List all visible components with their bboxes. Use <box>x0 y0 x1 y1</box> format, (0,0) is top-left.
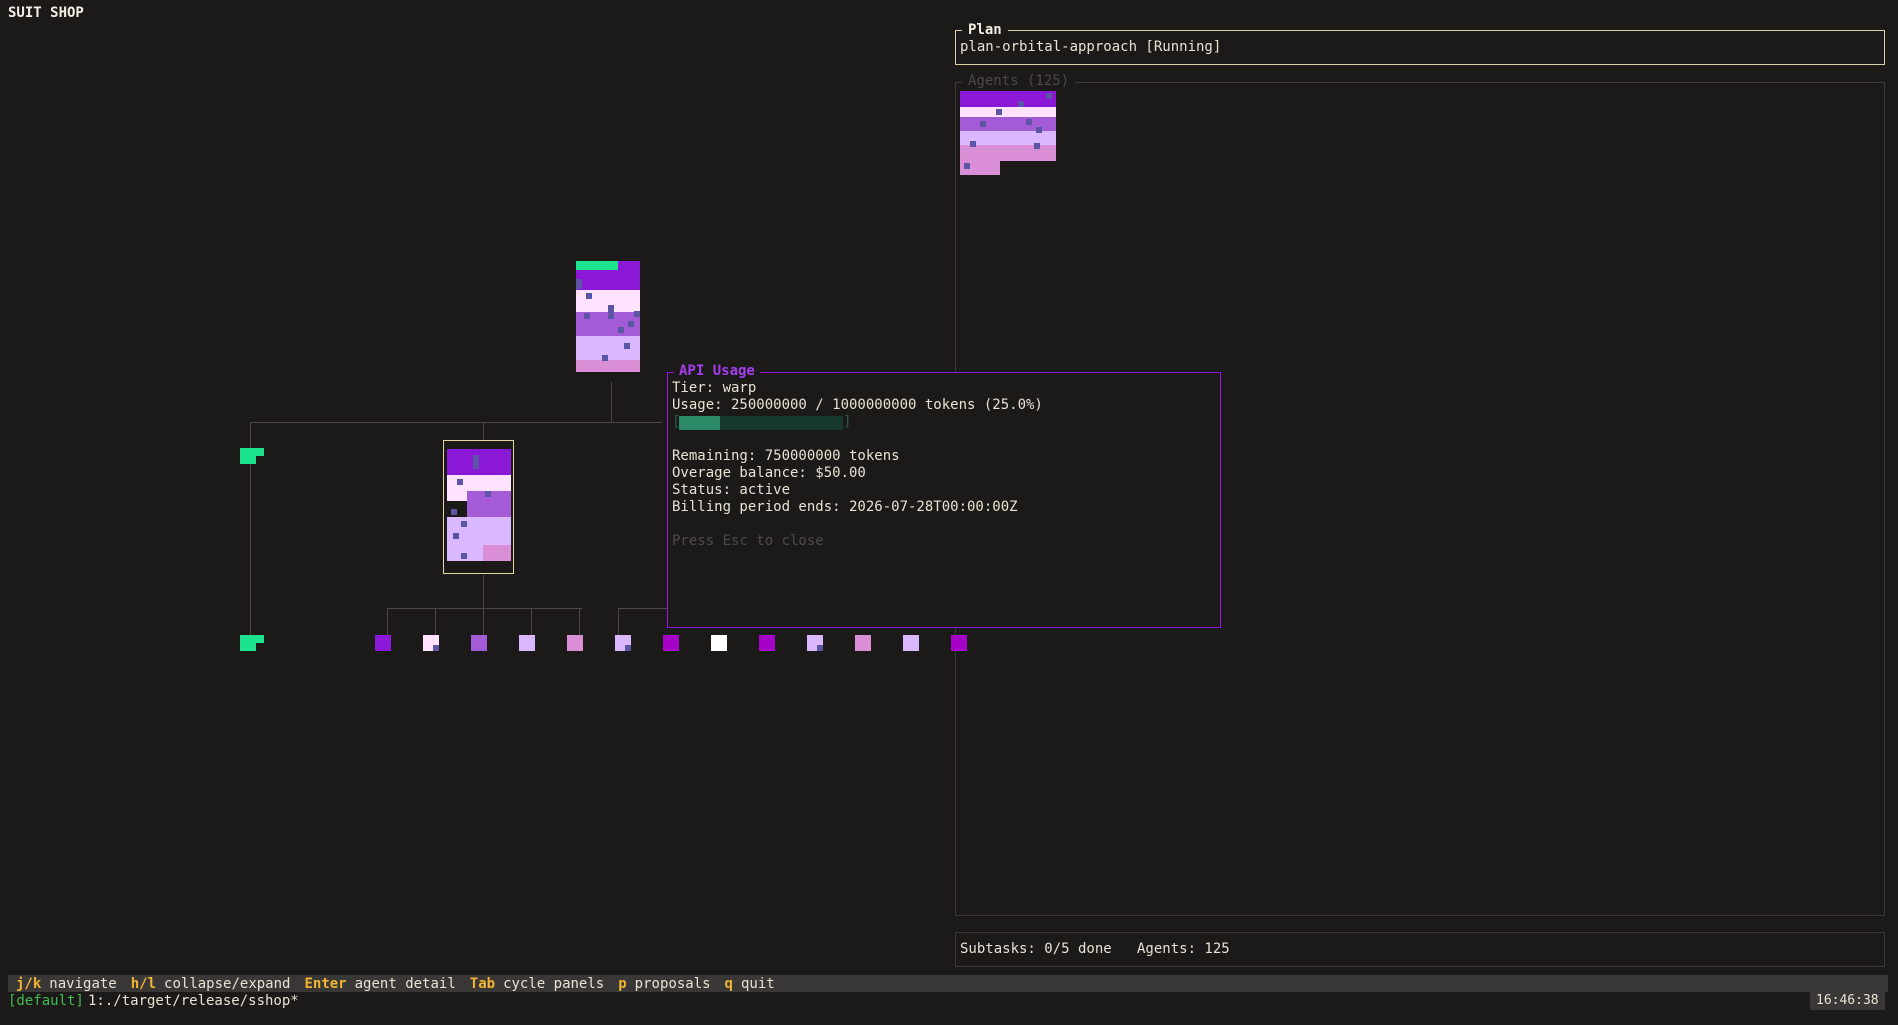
help-key: Enter <box>304 975 347 992</box>
selected-agent-suit[interactable] <box>447 449 511 567</box>
tree-connector <box>483 575 484 608</box>
clock: 16:46:38 <box>1810 992 1885 1010</box>
tree-connector <box>531 608 532 635</box>
help-desc: agent detail <box>354 975 456 992</box>
suit-detail <box>433 645 439 651</box>
help-desc: collapse/expand <box>164 975 291 992</box>
leaf-agent-node[interactable] <box>759 635 775 651</box>
tree-connector <box>387 608 388 635</box>
status-text: Status: active <box>672 482 791 498</box>
app-title: SUIT SHOP <box>8 5 84 21</box>
tree-connector <box>579 608 580 635</box>
leaf-agent-node[interactable] <box>567 635 583 651</box>
leaf-agent-node[interactable] <box>519 635 535 651</box>
tree-connector <box>250 422 662 423</box>
agent-node-icon[interactable] <box>240 635 264 651</box>
session-name: [default] <box>8 993 84 1009</box>
close-hint: Press Esc to close <box>672 533 824 549</box>
plan-panel-title: Plan <box>962 22 1008 39</box>
agents-suit-mosaic <box>960 91 1056 185</box>
help-key: Tab <box>469 975 496 992</box>
leaf-agent-node[interactable] <box>903 635 919 651</box>
help-desc: proposals <box>634 975 711 992</box>
tree-connector <box>618 608 668 609</box>
help-key: h/l <box>130 975 157 992</box>
agents-panel-title: Agents (125) <box>962 73 1076 90</box>
tree-connector <box>483 608 484 635</box>
tree-connector <box>435 608 436 635</box>
help-key: q <box>724 975 733 992</box>
subtasks-summary: Subtasks: 0/5 done Agents: 125 <box>960 941 1230 957</box>
tree-connector <box>387 608 582 609</box>
usage-bar-close: ] <box>843 414 852 430</box>
tree-connector <box>618 608 619 635</box>
usage-text: Usage: 250000000 / 1000000000 tokens (25… <box>672 397 1043 413</box>
root-agent-suit[interactable] <box>576 261 640 381</box>
api-usage-title: API Usage <box>674 363 760 380</box>
help-desc: navigate <box>49 975 117 992</box>
help-key: p <box>618 975 627 992</box>
leaf-agent-node[interactable] <box>375 635 391 651</box>
agent-node-icon[interactable] <box>240 448 264 464</box>
help-desc: cycle panels <box>503 975 605 992</box>
help-desc: quit <box>740 975 775 992</box>
billing-text: Billing period ends: 2026-07-28T00:00:00… <box>672 499 1018 515</box>
leaf-agent-node[interactable] <box>663 635 679 651</box>
window-command: 1:./target/release/sshop* <box>88 993 299 1009</box>
tree-connector <box>611 382 612 422</box>
leaf-agent-node[interactable] <box>807 635 823 651</box>
suit-detail <box>817 645 823 651</box>
leaf-agent-node[interactable] <box>951 635 967 651</box>
plan-name[interactable]: plan-orbital-approach [Running] <box>960 39 1221 56</box>
suit-detail <box>625 645 631 651</box>
help-bar: j/k navigate h/l collapse/expand Enter agent … <box>8 975 1888 992</box>
leaf-agent-node[interactable] <box>855 635 871 651</box>
usage-progress-fill <box>679 416 720 430</box>
tier-text: Tier: warp <box>672 380 757 396</box>
overage-text: Overage balance: $50.00 <box>672 465 866 481</box>
leaf-agent-node[interactable] <box>423 635 439 651</box>
leaf-agent-node[interactable] <box>615 635 631 651</box>
help-key: j/k <box>16 975 42 992</box>
leaf-agent-node[interactable] <box>471 635 487 651</box>
tree-connector <box>483 422 484 440</box>
remaining-text: Remaining: 750000000 tokens <box>672 448 900 464</box>
leaf-agent-node[interactable] <box>711 635 727 651</box>
